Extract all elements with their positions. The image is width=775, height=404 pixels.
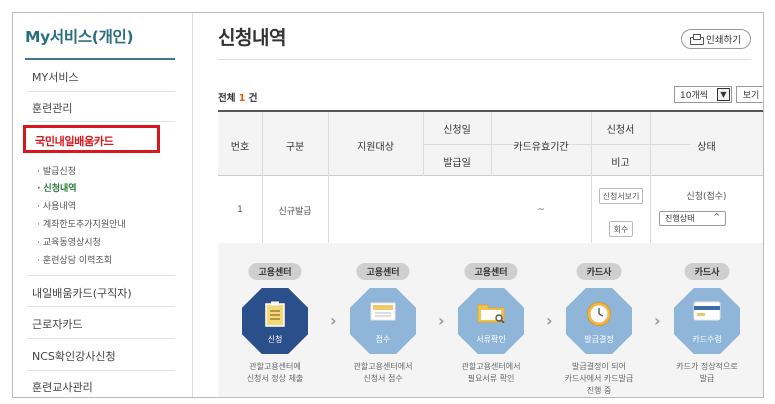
sidebar-title: My서비스(개인)	[25, 28, 134, 46]
sidebar: My서비스(개인) MY서비스 훈련관리 국민내일배움카드 발급신청 신청내역 …	[13, 13, 193, 397]
cell-no: 1	[237, 205, 243, 215]
sidebar-item-training[interactable]: 훈련관리	[32, 100, 72, 116]
withdraw-button[interactable]: 회수	[609, 221, 633, 237]
col-application: 신청서	[606, 124, 635, 136]
table-row: 1 신규발급 ~ 신청서보기 회수 신청(접수) 진행상태 ^	[218, 176, 763, 244]
step-desc: 발급결정이 되어 카드사에서 카드발급 진행 중	[549, 361, 649, 397]
step-desc-text: 관할고용센터에서 신청서 접수	[353, 362, 413, 383]
sidebar-sub-consult[interactable]: 훈련상담 이력조회	[37, 253, 112, 266]
progress-status-label: 진행상태	[665, 214, 695, 223]
step-tag: 카드사	[684, 263, 730, 280]
chevron-right-icon: ›	[546, 311, 553, 330]
total-number: 1	[238, 93, 246, 104]
main-content: 신청내역 인쇄하기 전체 1 건 10개씩 ▼ 보기 번호 구분 지원대상 신청…	[194, 13, 763, 397]
step-badge: 발급결정	[566, 288, 632, 354]
clipboard-icon	[265, 301, 285, 327]
printer-icon	[690, 34, 705, 45]
view-application-button[interactable]: 신청서보기	[599, 188, 643, 204]
sidebar-item-jobseeker-card[interactable]: 내일배움카드(구직자)	[32, 285, 132, 301]
title-divider	[218, 59, 751, 60]
sidebar-item-my-service[interactable]: MY서비스	[32, 69, 79, 85]
total-unit: 건	[248, 93, 258, 104]
step-tag: 고용센터	[464, 263, 518, 280]
sidebar-divider	[27, 91, 175, 92]
step-badge: 접수	[350, 288, 416, 354]
step-tag: 고용센터	[248, 263, 302, 280]
step-badge: 신청	[242, 288, 308, 354]
sidebar-divider	[27, 275, 175, 276]
step-desc-text: 관할고용센터에서 필요서류 확인	[461, 362, 521, 383]
step-desc-text: 발급결정이 되어 카드사에서 카드발급 진행 중	[564, 362, 634, 395]
page-title: 신청내역	[218, 27, 286, 49]
chevron-up-icon: ^	[713, 212, 720, 221]
col-validity: 카드유효기간	[513, 141, 569, 153]
col-type: 구분	[285, 141, 305, 153]
sidebar-item-ncs-instructor[interactable]: NCS확인강사신청	[32, 348, 116, 364]
step-label: 발급결정	[584, 335, 614, 344]
sidebar-title-underline	[25, 58, 175, 60]
step-tag: 고용센터	[356, 263, 410, 280]
step-desc: 관할고용센터에서 신청서 접수	[333, 361, 433, 385]
process-flow: 고용센터 신청 관할고용센터에 신청서 정상 제출 › 고용센터 접수 관할고용…	[218, 243, 763, 397]
sidebar-item-worker-card[interactable]: 근로자카드	[32, 316, 83, 332]
chevron-right-icon: ›	[654, 311, 661, 330]
progress-status-toggle[interactable]: 진행상태 ^	[659, 211, 726, 226]
total-label: 전체	[218, 93, 236, 104]
chevron-down-icon: ▼	[717, 88, 730, 101]
print-button[interactable]: 인쇄하기	[681, 29, 751, 49]
sidebar-divider	[27, 370, 175, 371]
sidebar-divider	[27, 306, 175, 307]
sidebar-sub-limit[interactable]: 계좌한도추가지원안내	[37, 217, 126, 230]
folder-icon	[477, 304, 505, 323]
page-size-value: 10개씩	[680, 91, 709, 101]
col-note: 비고	[611, 158, 630, 169]
step-desc-text: 카드가 정상적으로 발급	[676, 362, 738, 383]
step-desc-text: 관할고용센터에 신청서 정상 제출	[246, 362, 304, 383]
step-desc: 관할고용센터에서 필요서류 확인	[441, 361, 541, 385]
step-label: 접수	[375, 335, 391, 344]
clock-icon	[587, 302, 611, 326]
col-issue-date: 발급일	[443, 158, 471, 169]
step-tag: 카드사	[576, 263, 622, 280]
col-apply-date: 신청일	[443, 124, 471, 136]
sidebar-sub-apply[interactable]: 발급신청	[37, 164, 76, 177]
step-desc: 카드가 정상적으로 발급	[657, 361, 757, 385]
step-label: 카드수령	[692, 335, 722, 344]
step-label: 서류확인	[476, 335, 506, 344]
print-label: 인쇄하기	[706, 35, 741, 46]
step-badge: 카드수령	[674, 288, 740, 354]
cell-validity: ~	[537, 205, 545, 215]
envelope-icon	[370, 302, 396, 321]
col-target: 지원대상	[357, 141, 394, 153]
card-icon	[693, 301, 721, 321]
sidebar-item-national-card[interactable]: 국민내일배움카드	[23, 125, 160, 153]
sidebar-item-teacher[interactable]: 훈련교사관리	[32, 379, 93, 395]
sidebar-divider	[27, 121, 175, 122]
sidebar-item-label: 국민내일배움카드	[35, 135, 114, 148]
window-frame: My서비스(개인) MY서비스 훈련관리 국민내일배움카드 발급신청 신청내역 …	[12, 12, 764, 398]
view-button[interactable]: 보기	[736, 86, 763, 103]
history-table: 번호 구분 지원대상 신청일 발급일 카드유효기간 신청서 비고 상태 1 신규…	[218, 110, 763, 244]
step-desc: 관할고용센터에 신청서 정상 제출	[225, 361, 325, 385]
sidebar-sub-history[interactable]: 신청내역	[37, 181, 76, 194]
sidebar-sub-usage[interactable]: 사용내역	[37, 199, 76, 212]
sidebar-divider	[27, 338, 175, 339]
total-count: 전체 1 건	[218, 90, 257, 104]
col-no: 번호	[230, 141, 250, 153]
table-header: 번호 구분 지원대상 신청일 발급일 카드유효기간 신청서 비고 상태	[218, 110, 763, 178]
cell-target	[328, 176, 423, 244]
cell-status: 신청(접수)	[686, 191, 727, 202]
cell-type: 신규발급	[278, 206, 312, 217]
chevron-right-icon: ›	[438, 311, 445, 330]
page-size-select[interactable]: 10개씩 ▼	[674, 86, 732, 103]
sidebar-sub-video[interactable]: 교육동영상시청	[37, 235, 101, 248]
col-status: 상태	[697, 141, 716, 153]
step-label: 신청	[267, 335, 283, 344]
step-badge: 서류확인	[458, 288, 524, 354]
chevron-right-icon: ›	[330, 311, 337, 330]
